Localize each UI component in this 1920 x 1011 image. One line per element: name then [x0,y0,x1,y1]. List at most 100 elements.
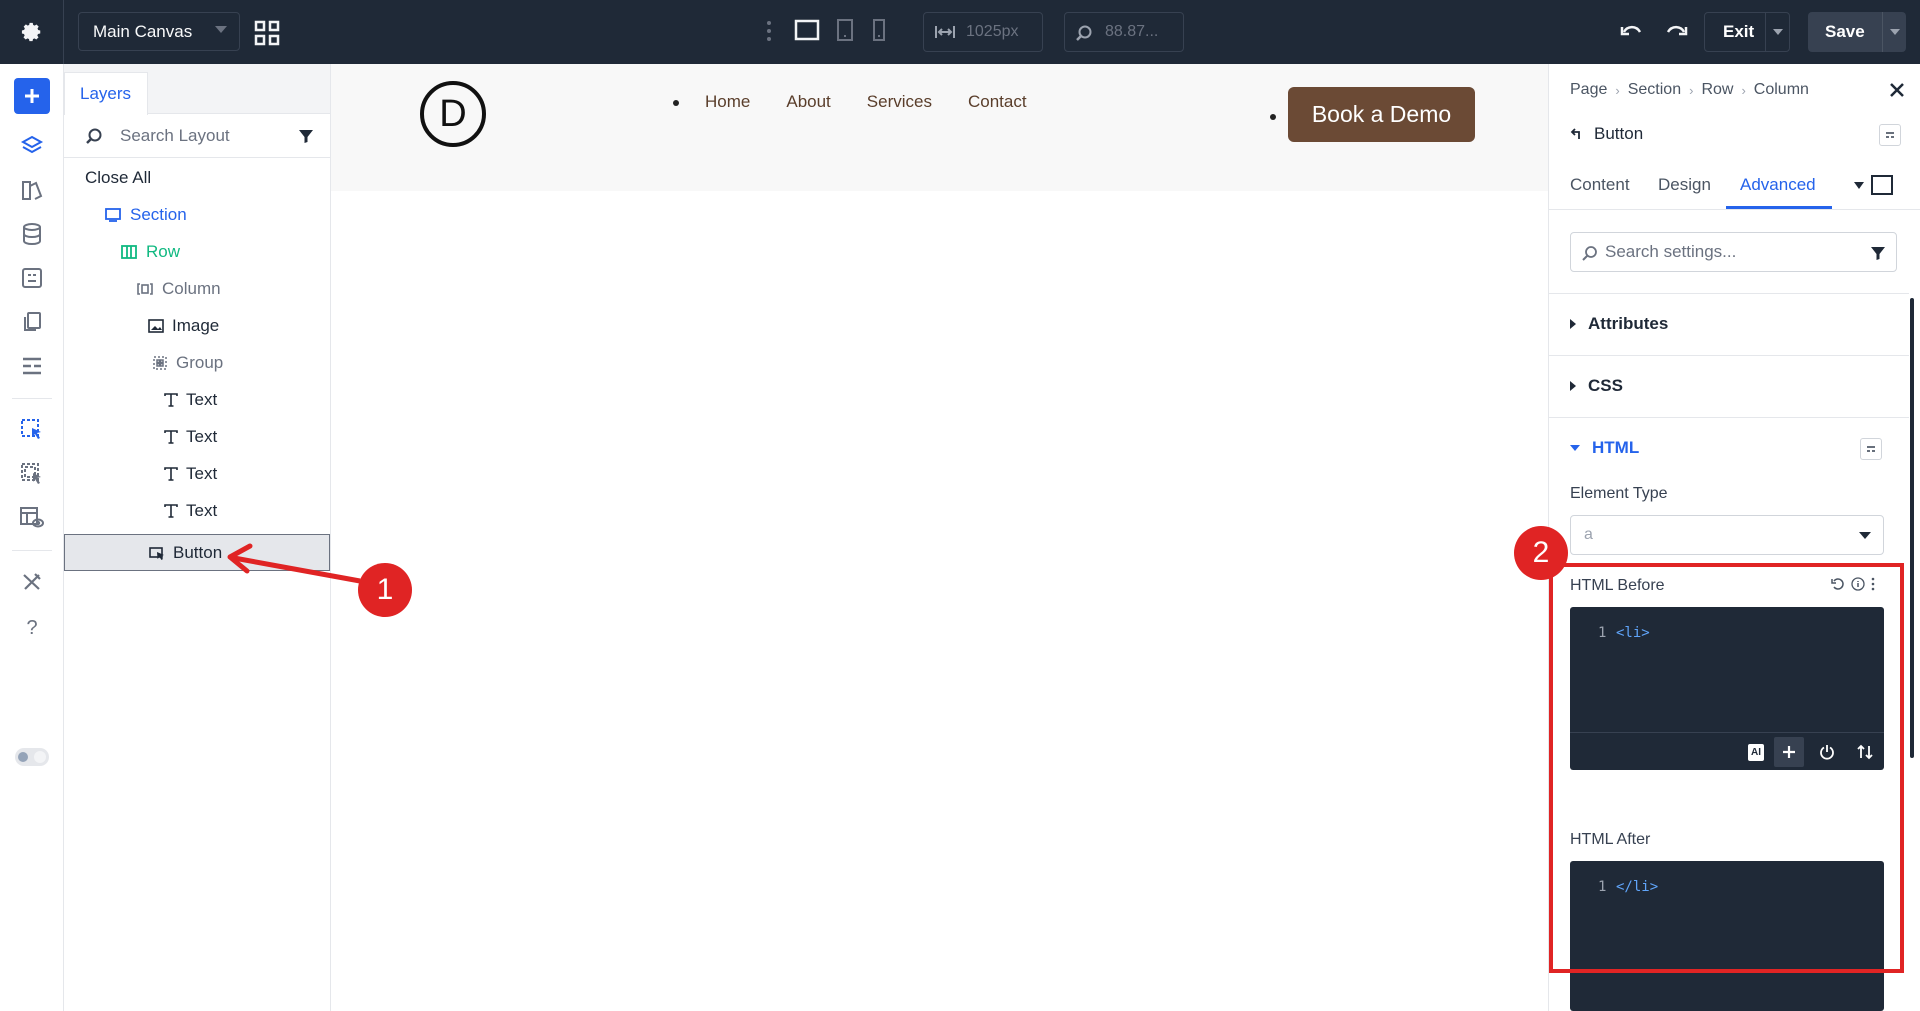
design-library-button[interactable] [14,172,50,208]
tab-design[interactable]: Design [1658,175,1711,195]
caret-right-icon [1570,381,1576,391]
zoom-field[interactable]: 88.87... [1064,12,1184,52]
undo-icon[interactable] [1620,20,1644,42]
canvas-selector[interactable]: Main Canvas [78,12,240,51]
options-icon [1867,446,1875,452]
settings-scrollbar[interactable] [1910,298,1914,758]
site-nav: Home About Services Contact [673,92,1027,112]
element-type-label: Element Type [1570,485,1668,502]
book-demo-button[interactable]: Book a Demo [1288,87,1475,142]
settings-search-input[interactable]: Search settings... [1570,232,1897,272]
canvas-width-field[interactable]: 1025px [923,12,1043,52]
preview-button[interactable] [14,500,50,536]
grid-icon[interactable] [254,20,280,46]
canvas-width-value: 1025px [966,23,1019,40]
nav-link-services[interactable]: Services [867,92,932,112]
theme-toggle[interactable] [15,748,49,766]
filter-icon[interactable] [298,128,314,144]
layer-item-row[interactable]: Row [120,233,180,270]
chevron-down-icon [1772,29,1783,35]
close-icon[interactable] [1889,82,1905,98]
chevron-down-icon [215,26,227,33]
section-attributes[interactable]: Attributes [1570,314,1668,334]
rail-divider [12,550,52,551]
tab-content[interactable]: Content [1570,175,1630,195]
chevron-right-icon: › [1689,82,1694,98]
tab-advanced[interactable]: Advanced [1740,175,1816,195]
exit-button[interactable]: Exit [1704,12,1790,52]
breadcrumb-column[interactable]: Column [1754,81,1809,99]
nav-link-about[interactable]: About [786,92,830,112]
help-button[interactable]: ? [14,610,50,646]
select-tool-button[interactable] [14,412,50,448]
search-icon [86,128,102,144]
multi-select-icon [21,463,41,484]
filter-icon[interactable] [1870,245,1886,261]
layers-search-input[interactable]: Search Layout [64,114,330,158]
layer-item-group[interactable]: Group [152,344,223,381]
chevron-down-icon [1859,532,1871,539]
layer-item-text[interactable]: Text [164,381,217,418]
copy-pages-icon [24,312,41,331]
breadcrumb-section[interactable]: Section [1628,81,1681,99]
save-options-button[interactable] [1882,12,1906,52]
nav-link-home[interactable]: Home [705,92,750,112]
html-options-button[interactable] [1860,438,1882,460]
layer-label: Text [186,463,218,483]
exit-label: Exit [1723,22,1755,41]
select-cursor-icon [21,419,41,439]
layer-item-image[interactable]: Image [148,307,219,344]
element-type-select[interactable]: a [1570,515,1884,555]
nav-link-contact[interactable]: Contact [968,92,1027,112]
pages-button[interactable] [14,304,50,340]
close-all-button[interactable]: Close All [85,168,151,188]
text-icon [164,429,178,444]
settings-tabs: Content Design Advanced [1549,160,1920,210]
module-options-button[interactable] [1879,124,1901,146]
canvas-name: Main Canvas [93,21,193,41]
multi-select-button[interactable] [14,456,50,492]
layer-label: Button [173,542,223,562]
layer-item-text[interactable]: Text [164,455,217,492]
desktop-view-icon[interactable] [794,19,820,41]
layer-item-section[interactable]: Section [104,196,187,233]
layer-item-text[interactable]: Text [164,492,217,529]
text-icon [164,392,178,407]
settings-gear-button[interactable] [0,0,64,64]
layer-item-column[interactable]: Column [136,270,221,307]
zoom-icon [1076,25,1092,41]
layer-label: Image [172,315,220,335]
builder-canvas[interactable]: D Home About Services Contact Book a Dem… [331,64,1548,1011]
tablet-view-icon[interactable] [834,18,856,42]
tools-button[interactable] [14,564,50,600]
page-settings-button[interactable] [14,260,50,296]
annotation-arrow-icon [227,543,361,584]
bullet-icon [673,100,679,106]
phone-view-icon[interactable] [870,18,888,42]
layer-label: Text [186,500,218,520]
tab-layers[interactable]: Layers [64,72,148,115]
layers-tab-bar: Layers [64,64,330,115]
chevron-down-icon[interactable] [1854,182,1864,189]
back-arrow-icon[interactable] [1570,127,1584,141]
add-module-button[interactable] [14,78,50,114]
site-logo[interactable]: D [420,81,486,147]
exit-options-button[interactable] [1765,13,1789,51]
layout-rows-button[interactable] [14,348,50,384]
redo-icon[interactable] [1664,20,1688,42]
save-button[interactable]: Save [1808,12,1906,52]
breadcrumb-row[interactable]: Row [1701,81,1733,99]
database-button[interactable] [14,216,50,252]
section-html[interactable]: HTML [1570,438,1639,458]
database-icon [23,223,41,246]
breadcrumb-page[interactable]: Page [1570,81,1607,99]
layer-label: Row [146,241,181,261]
search-icon [1582,246,1597,261]
layer-item-text[interactable]: Text [164,418,217,455]
section-css[interactable]: CSS [1570,376,1623,396]
layers-rail-button[interactable] [14,128,50,164]
more-vertical-icon[interactable] [766,19,772,43]
expand-panel-icon[interactable] [1871,175,1893,195]
page-settings-icon [22,268,42,288]
site-header[interactable]: D Home About Services Contact Book a Dem… [331,64,1548,191]
